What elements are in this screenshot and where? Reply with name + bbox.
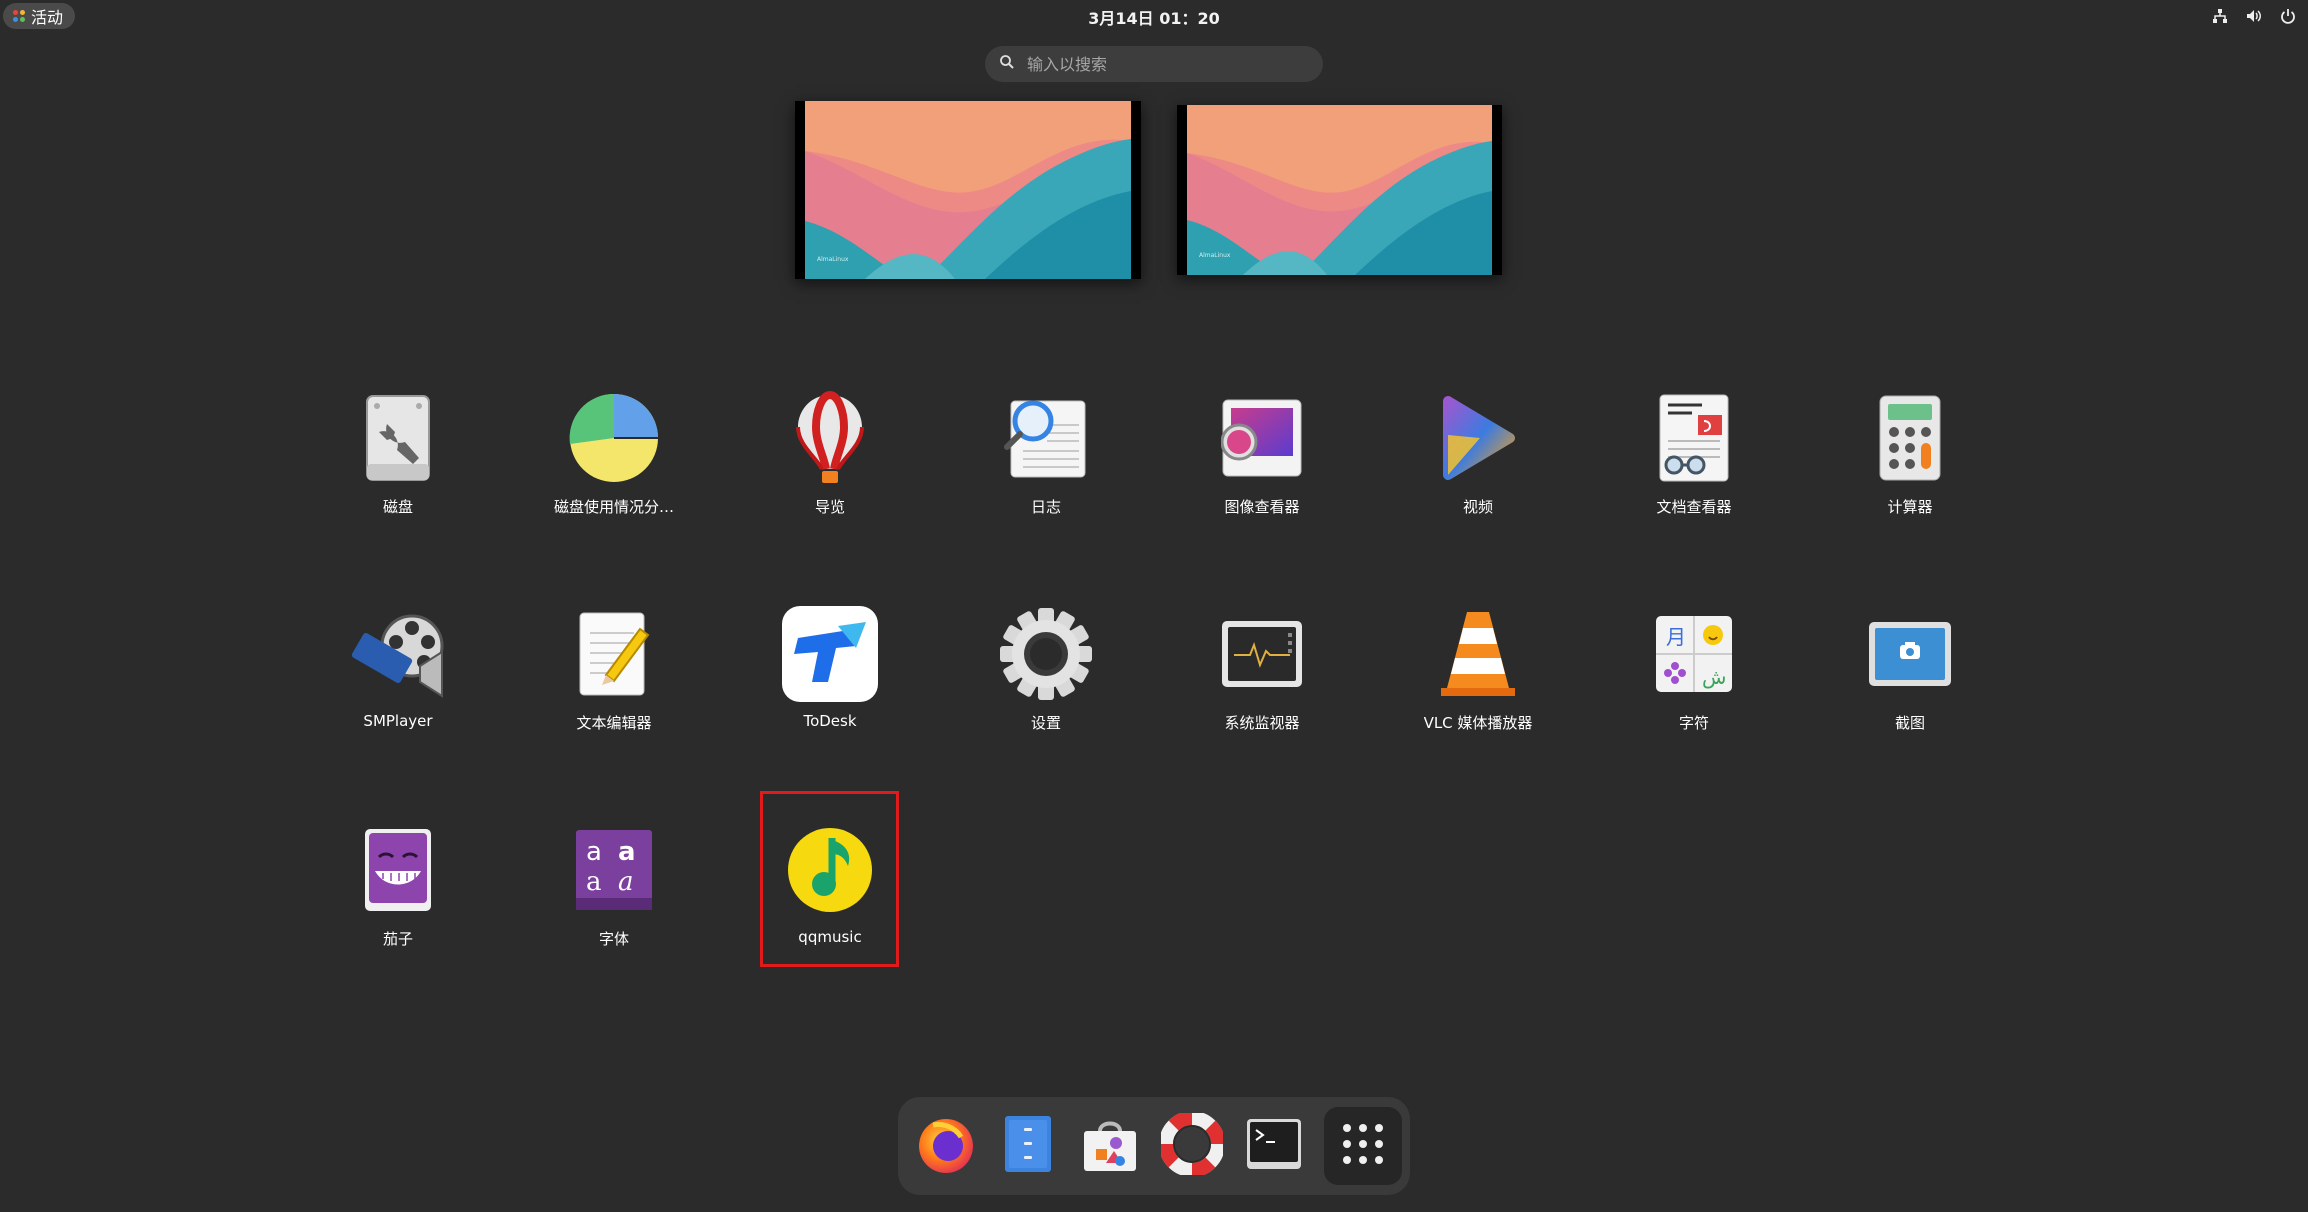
tour-balloon-icon [780,388,880,488]
app-logs[interactable]: 日志 [966,384,1126,524]
power-icon[interactable] [2278,6,2298,26]
app-label: 字体 [598,930,629,948]
app-smplayer[interactable]: SMPlayer [318,600,478,740]
svg-text:a: a [586,837,602,867]
app-screenshot[interactable]: 截图 [1830,600,1990,740]
app-label: 视频 [1462,498,1493,516]
clock[interactable]: 3月14日 01：20 [0,5,2308,29]
app-label: 导览 [814,498,845,516]
svg-text:a: a [618,837,636,867]
svg-text:a: a [586,867,602,897]
app-label: 文档查看器 [1656,498,1732,516]
app-label: 茄子 [382,930,413,948]
firefox-icon [915,1113,977,1179]
workspace-thumbnail-2[interactable]: AlmaLinux [1177,105,1502,275]
app-label: 日志 [1030,498,1061,516]
todesk-icon [780,604,880,704]
logs-icon [996,388,1096,488]
dock-show-apps[interactable] [1324,1107,1402,1185]
characters-icon: 月ش [1644,604,1744,704]
search-icon [999,54,1015,74]
app-label: 文本编辑器 [576,714,652,732]
document-viewer-icon [1644,388,1744,488]
top-bar: 活动 3月14日 01：20 [0,0,2308,32]
dock [898,1097,1410,1195]
app-label: 字符 [1678,714,1709,732]
software-store-icon [1080,1115,1140,1177]
workspace-thumbnail-1[interactable]: AlmaLinux [795,101,1141,279]
app-label: 图像查看器 [1224,498,1300,516]
app-text-editor[interactable]: 文本编辑器 [534,600,694,740]
app-label: 系统监视器 [1224,714,1300,732]
app-label: 设置 [1030,714,1061,732]
app-system-monitor[interactable]: 系统监视器 [1182,600,1342,740]
app-label: ToDesk [803,712,857,730]
app-disk-usage[interactable]: 磁盘使用情况分… [534,384,694,524]
app-label: 计算器 [1887,498,1933,516]
videos-icon [1428,388,1528,488]
app-document-viewer[interactable]: 文档查看器 [1614,384,1774,524]
terminal-icon [1245,1117,1303,1175]
cheese-icon [348,820,448,920]
app-cheese[interactable]: 茄子 [318,816,478,956]
app-settings[interactable]: 设置 [966,600,1126,740]
dock-firefox[interactable] [914,1114,978,1178]
wallpaper-brand: AlmaLinux [817,256,849,263]
fonts-icon: aaaa [564,820,664,920]
app-vlc[interactable]: VLC 媒体播放器 [1398,600,1558,740]
app-image-viewer[interactable]: 图像查看器 [1182,384,1342,524]
app-fonts[interactable]: aaaa 字体 [534,816,694,956]
text-editor-icon [564,604,664,704]
wallpaper-preview: AlmaLinux [1187,105,1492,275]
app-characters[interactable]: 月ش 字符 [1614,600,1774,740]
volume-icon[interactable] [2244,6,2264,26]
system-tray[interactable] [2210,6,2298,26]
selection-highlight-box [760,791,899,967]
app-tour[interactable]: 导览 [750,384,910,524]
screenshot-icon [1860,604,1960,704]
app-label: 磁盘 [382,498,413,516]
disks-icon [348,388,448,488]
dock-software[interactable] [1078,1114,1142,1178]
dock-files[interactable] [996,1114,1060,1178]
app-label: VLC 媒体播放器 [1423,714,1533,732]
app-label: SMPlayer [363,712,433,730]
show-apps-grid-icon [1341,1122,1385,1170]
dock-terminal[interactable] [1242,1114,1306,1178]
smplayer-icon [348,604,448,704]
app-todesk[interactable]: ToDesk [750,600,910,740]
svg-text:a: a [618,867,634,897]
svg-text:ش: ش [1702,665,1726,689]
dock-help[interactable] [1158,1110,1226,1179]
network-icon[interactable] [2210,6,2230,26]
wallpaper-preview: AlmaLinux [805,101,1131,279]
calculator-icon [1860,388,1960,488]
system-monitor-icon [1212,604,1312,704]
app-label: 磁盘使用情况分… [553,498,674,516]
app-label: 截图 [1894,714,1925,732]
files-icon [1003,1114,1053,1178]
help-lifebuoy-icon [1158,1110,1226,1179]
app-calculator[interactable]: 计算器 [1830,384,1990,524]
search-input[interactable] [1027,54,1307,74]
vlc-cone-icon [1428,604,1528,704]
disk-usage-icon [564,388,664,488]
search-box[interactable] [985,46,1323,82]
wallpaper-brand: AlmaLinux [1199,252,1231,259]
app-videos[interactable]: 视频 [1398,384,1558,524]
svg-text:月: 月 [1666,625,1686,649]
image-viewer-icon [1212,388,1312,488]
settings-gear-icon [996,604,1096,704]
app-disks[interactable]: 磁盘 [318,384,478,524]
